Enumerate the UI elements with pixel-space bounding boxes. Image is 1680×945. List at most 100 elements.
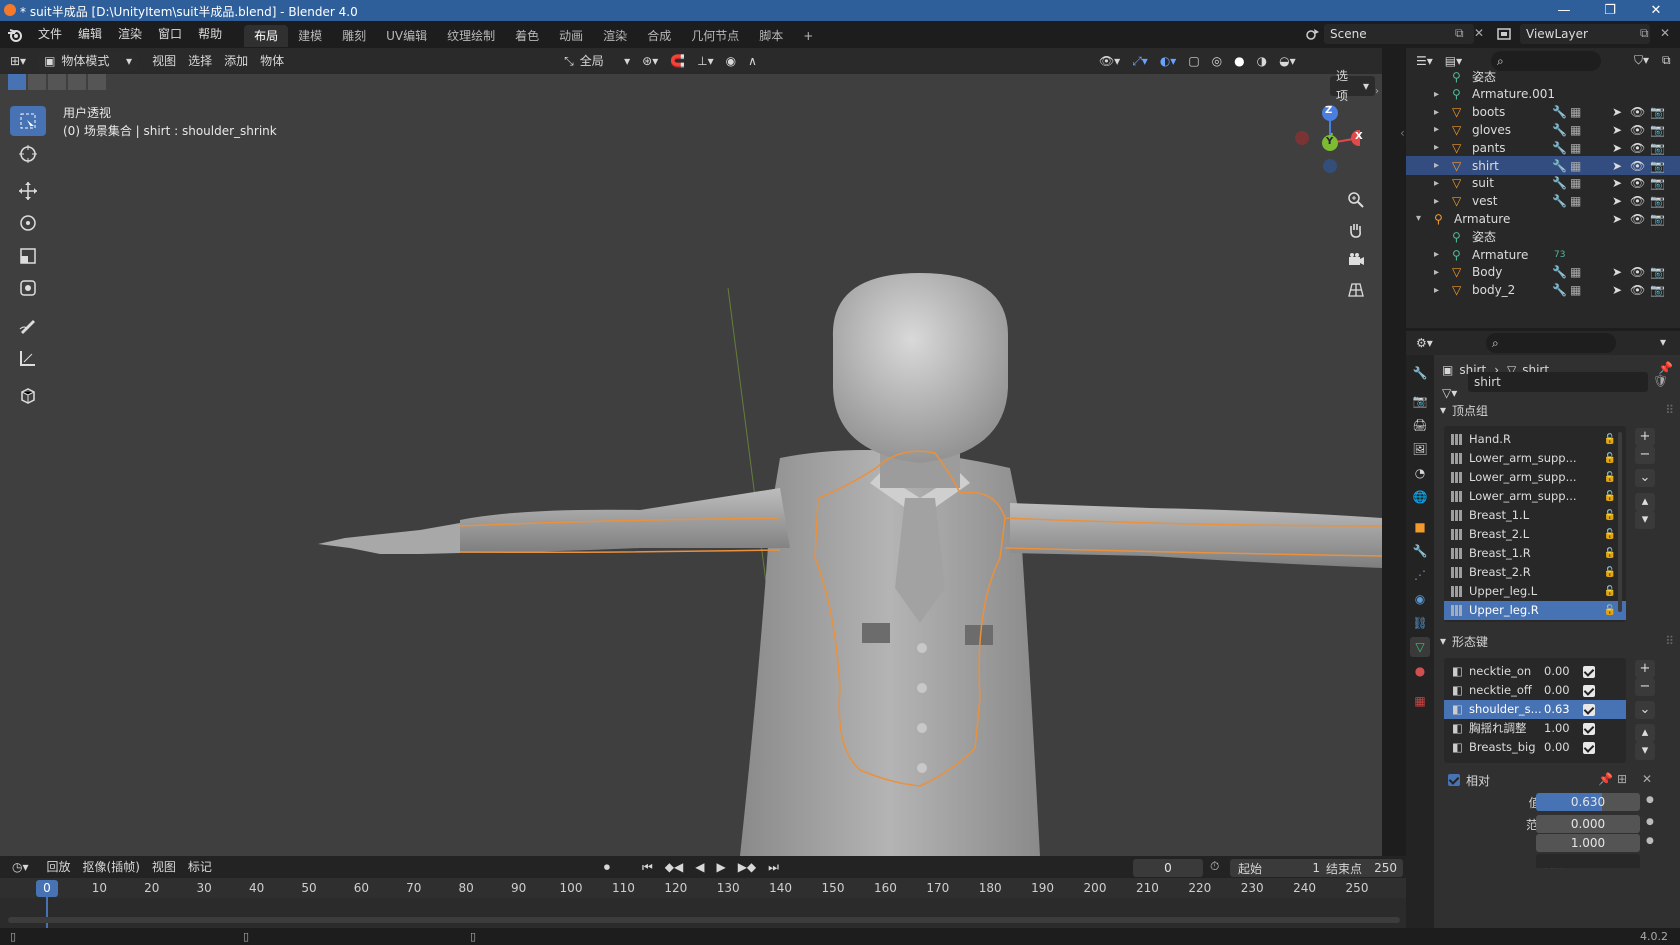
vertex-groups-icon[interactable]: ▦ (1570, 123, 1581, 137)
sidebar-toggle-icon[interactable]: › (1375, 86, 1379, 97)
selectable-icon[interactable]: ➤ (1612, 123, 1622, 137)
mesh-data-dropdown-icon[interactable]: ▽▾ (1442, 386, 1457, 400)
minimize-button[interactable]: — (1541, 0, 1587, 21)
move-tool-icon[interactable] (10, 176, 46, 206)
selectable-icon[interactable]: ➤ (1612, 105, 1622, 119)
maximize-button[interactable]: ❐ (1587, 0, 1633, 21)
vertex-groups-panel-header[interactable]: ▾ 顶点组 ⠿ (1440, 400, 1674, 420)
lock-icon[interactable]: 🔓 (1604, 449, 1616, 468)
pivot-point-icon[interactable]: ⊛▾ (636, 51, 664, 71)
add-cube-tool-icon[interactable] (10, 380, 46, 410)
eye-icon[interactable]: 👁 (1630, 194, 1645, 208)
vertex-group-item[interactable]: Lower_arm_supp... 🔓 (1444, 468, 1626, 487)
timeline-menu-marker[interactable]: 标记 (182, 857, 218, 877)
select-invert-icon[interactable] (68, 74, 86, 90)
workspace-tab-animation[interactable]: 动画 (549, 25, 593, 47)
outliner-row[interactable]: ▸ ▽ suit 🔧 ▦ ➤ 👁 📷 (1406, 174, 1680, 193)
tool-tab-icon[interactable]: 🔧 (1410, 363, 1430, 383)
drag-handle-icon[interactable]: ⠿ (1665, 634, 1674, 648)
eye-icon[interactable]: 👁 (1630, 141, 1645, 155)
object-tab-icon[interactable]: ■ (1410, 517, 1430, 537)
eye-icon[interactable]: 👁 (1630, 265, 1645, 279)
render-camera-icon[interactable]: 📷 (1650, 159, 1665, 173)
jump-start-icon[interactable]: ⏮ (636, 857, 659, 877)
eye-icon[interactable]: 👁 (1630, 123, 1645, 137)
fake-user-shield-icon[interactable]: 🛡 (1653, 374, 1668, 388)
outliner[interactable]: ☰▾ ▤▾ ⌕ ⛉▾ ⧉ ⚲ 姿态 ▸ ⚲ Armature.001 ▸ ▽ boots 🔧 ▦ ➤… (1400, 48, 1680, 328)
outliner-row[interactable]: ▸ ▽ gloves 🔧 ▦ ➤ 👁 📷 (1406, 120, 1680, 139)
jump-end-icon[interactable]: ⏭ (762, 857, 785, 877)
add-shape-key-button[interactable]: + (1635, 660, 1655, 678)
timeline-menu-playback[interactable]: 回放 (41, 857, 77, 877)
end-frame-field[interactable]: 结束点 250 (1320, 859, 1403, 877)
workspace-tab-shading[interactable]: 着色 (505, 25, 549, 47)
keyframe-dot-icon[interactable]: ● (1646, 817, 1654, 827)
lock-icon[interactable]: 🔓 (1604, 487, 1616, 506)
add-vertex-group-button[interactable]: + (1635, 428, 1655, 446)
menu-window[interactable]: 窗口 (150, 21, 190, 48)
particles-tab-icon[interactable]: ⋰ (1410, 565, 1430, 585)
eye-icon[interactable]: 👁 (1630, 176, 1645, 190)
camera-view-icon[interactable] (1342, 246, 1370, 274)
time-clock-icon[interactable]: ⏱ (1210, 859, 1219, 874)
vertex-group-item[interactable]: Lower_arm_supp... 🔓 (1444, 449, 1626, 468)
vertex-group-item[interactable]: Upper_leg.R 🔓 (1444, 601, 1626, 620)
add-workspace-button[interactable]: + (793, 25, 823, 47)
eye-icon[interactable]: 👁 (1630, 283, 1645, 297)
outliner-row[interactable]: ▸ ▽ Body 🔧 ▦ ➤ 👁 📷 (1406, 263, 1680, 282)
disclosure-triangle-icon[interactable]: ▸ (1434, 160, 1439, 171)
lock-icon[interactable]: 🔓 (1604, 506, 1616, 525)
render-camera-icon[interactable]: 📷 (1650, 176, 1665, 190)
outliner-collapse-icon[interactable]: ‹ (1400, 126, 1405, 140)
start-frame-field[interactable]: 起始 1 (1230, 859, 1328, 877)
modifier-icon[interactable]: 🔧 (1552, 159, 1567, 173)
output-tab-icon[interactable]: 🖨 (1410, 415, 1430, 435)
select-extend-icon[interactable] (28, 74, 46, 90)
transform-tool-icon[interactable] (10, 273, 46, 303)
lock-icon[interactable]: 🔓 (1604, 525, 1616, 544)
eye-icon[interactable]: 👁 (1630, 212, 1645, 226)
outliner-row[interactable]: ▸ ⚲ Armature.001 (1406, 85, 1680, 104)
shape-key-mute-checkbox[interactable] (1583, 666, 1595, 678)
move-shape-key-down-button[interactable]: ▾ (1635, 742, 1655, 760)
scene-tab-icon[interactable]: ◔ (1410, 463, 1430, 483)
constraints-tab-icon[interactable]: ⛓ (1410, 613, 1430, 633)
select-intersect-icon[interactable] (88, 74, 106, 90)
lock-icon[interactable]: 🔓 (1604, 468, 1616, 487)
filter-icon[interactable]: ⛉▾ (1634, 53, 1649, 68)
render-camera-icon[interactable]: 📷 (1650, 141, 1665, 155)
lock-icon[interactable]: 🔓 (1604, 582, 1616, 601)
falloff-icon[interactable]: ∧ (742, 51, 763, 71)
workspace-tab-modeling[interactable]: 建模 (288, 25, 332, 47)
workspace-tab-uv-editing[interactable]: UV编辑 (376, 25, 437, 47)
move-vertex-group-up-button[interactable]: ▴ (1635, 493, 1655, 511)
workspace-tab-compositing[interactable]: 合成 (637, 25, 681, 47)
play-reverse-icon[interactable]: ◀ (689, 857, 710, 877)
shape-key-mute-checkbox[interactable] (1583, 723, 1595, 735)
shape-key-edit-mode-icon[interactable]: ⊞ (1617, 772, 1627, 786)
shape-key-item[interactable]: ◧ shoulder_s... 0.63 (1444, 700, 1626, 719)
shape-key-mute-checkbox[interactable] (1583, 704, 1595, 716)
relative-toggle[interactable]: 相对 (1448, 771, 1490, 789)
menu-edit[interactable]: 编辑 (70, 21, 110, 48)
annotate-tool-icon[interactable] (10, 310, 46, 340)
workspace-tab-geometry-nodes[interactable]: 几何节点 (681, 25, 749, 47)
workspace-tab-sculpting[interactable]: 雕刻 (332, 25, 376, 47)
xray-icon[interactable]: ▢ (1182, 51, 1205, 71)
clear-shape-key-icon[interactable]: ✕ (1642, 772, 1652, 786)
remove-vertex-group-button[interactable]: − (1635, 446, 1655, 464)
lock-icon[interactable]: 🔓 (1604, 601, 1616, 620)
keyframe-dot-icon[interactable]: ● (1646, 795, 1654, 805)
options-dropdown[interactable]: 选项 ▾ (1330, 69, 1375, 103)
shape-key-item[interactable]: ◧ necktie_on 0.00 (1444, 662, 1626, 681)
workspace-tab-rendering[interactable]: 渲染 (593, 25, 637, 47)
timeline-scrollbar[interactable] (8, 917, 1400, 923)
outliner-row[interactable]: ▸ ▽ pants 🔧 ▦ ➤ 👁 📷 (1406, 138, 1680, 157)
select-new-icon[interactable] (8, 74, 26, 90)
new-collection-icon[interactable]: ⧉ (1662, 53, 1671, 68)
remove-view-layer-icon[interactable]: ✕ (1660, 26, 1670, 40)
menu-help[interactable]: 帮助 (190, 21, 230, 48)
eye-icon[interactable]: 👁 (1630, 105, 1645, 119)
vertex-group-field[interactable] (1536, 854, 1640, 868)
vertex-groups-icon[interactable]: ▦ (1570, 283, 1581, 297)
